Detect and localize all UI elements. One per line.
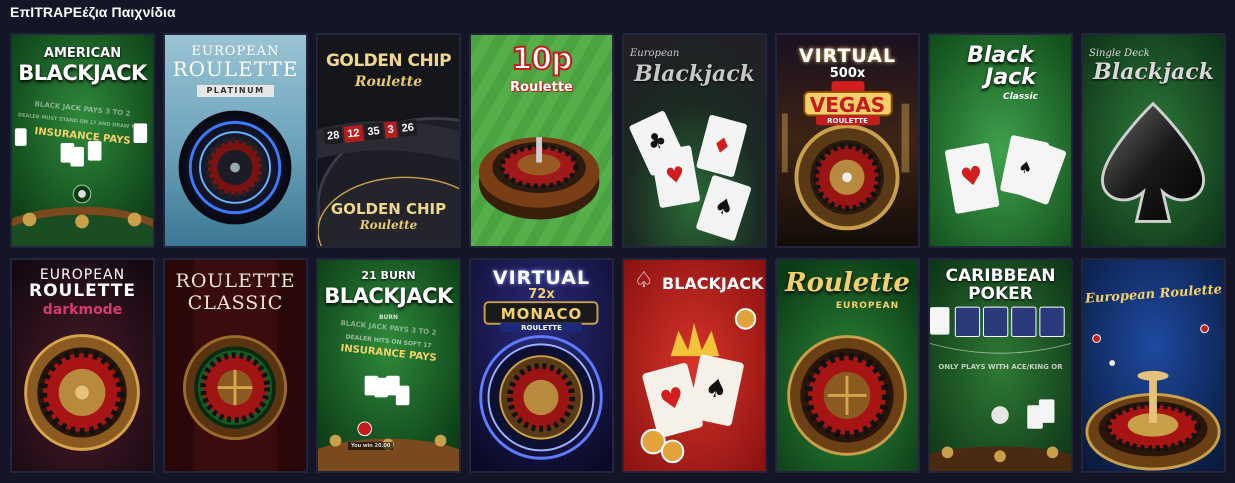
game-tile-virtual-500x-vegas-roulette[interactable]: VIRTUAL 500x VEGAS ROULETTE	[775, 33, 920, 248]
game-artwork	[1083, 260, 1224, 471]
game-tile-american-blackjack[interactable]: AMERICAN BLACKJACK BLACK JACK PAYS 3 TO …	[10, 33, 155, 248]
game-tile-roulette-european[interactable]: Roulette EUROPEAN	[775, 258, 920, 473]
game-artwork	[165, 260, 306, 471]
game-tile-virtual-72x-monaco-roulette[interactable]: VIRTUAL 72x MONACO ROULETTE	[469, 258, 614, 473]
game-artwork	[777, 260, 918, 471]
game-tile-21-burn-blackjack[interactable]: 21 BURN BLACKJACK BLACK JACK PAYS 3 TO 2…	[316, 258, 461, 473]
game-tile-european-roulette-blue[interactable]: European Roulette	[1081, 258, 1226, 473]
game-tile-single-deck-blackjack[interactable]: Single Deck Blackjack	[1081, 33, 1226, 248]
game-tile-golden-chip-roulette[interactable]: GOLDEN CHIP Roulette 28 12 35 3 26 GOLDE…	[316, 33, 461, 248]
game-tile-blackjack[interactable]: ♥ ♠ BLACKJACK ♤	[622, 258, 767, 473]
game-tile-european-roulette-darkmode[interactable]: EUROPEAN ROULETTE darkmode	[10, 258, 155, 473]
game-artwork	[471, 35, 612, 246]
roulette-number: 26	[397, 119, 418, 137]
roulette-number: 12	[343, 124, 364, 143]
game-artwork	[165, 35, 306, 246]
game-tile-roulette-classic[interactable]: ROULETTE CLASSIC	[163, 258, 308, 473]
game-artwork: ♣ ♦ ♥ ♠	[624, 35, 765, 246]
game-tile-blackjack-classic[interactable]: ♠ ♥ Black Jack Classic	[928, 33, 1073, 248]
game-artwork	[318, 260, 459, 471]
game-artwork	[777, 35, 918, 246]
game-tile-european-roulette-platinum[interactable]: EUROPEAN ROULETTE PLATINUM	[163, 33, 308, 248]
games-grid: AMERICAN BLACKJACK BLACK JACK PAYS 3 TO …	[10, 33, 1226, 473]
section-title: ΕπITRAPEέζια Παιχνίδια	[10, 4, 176, 20]
game-artwork	[1083, 35, 1224, 246]
game-artwork	[471, 260, 612, 471]
roulette-number: 28	[323, 127, 344, 145]
game-tile-10p-roulette[interactable]: 10p Roulette	[469, 33, 614, 248]
game-artwork	[930, 260, 1071, 471]
game-tile-european-blackjack[interactable]: ♣ ♦ ♥ ♠ European Blackjack	[622, 33, 767, 248]
game-artwork	[12, 260, 153, 471]
spade-logo-icon: ♤	[634, 268, 654, 293]
game-tile-caribbean-poker[interactable]: CARIBBEAN POKER ONLY PLAYS WITH ACE/KING…	[928, 258, 1073, 473]
roulette-number: 3	[383, 121, 398, 139]
game-artwork	[12, 35, 153, 246]
roulette-number: 35	[363, 122, 384, 141]
game-artwork: ♠ ♥	[930, 35, 1071, 246]
